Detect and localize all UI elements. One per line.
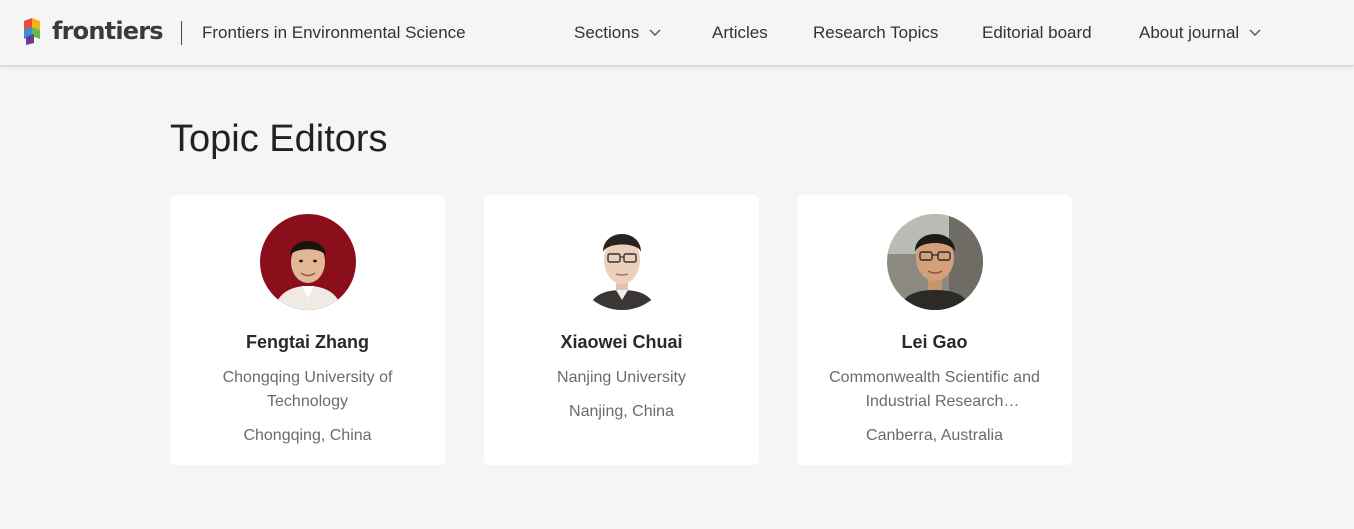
nav-editorial-board[interactable]: Editorial board [982,23,1092,43]
editor-affiliation-text: Nanjing University [557,369,686,386]
logo-text: frontiers [52,17,164,45]
site-header: frontiers Frontiers in Environmental Sci… [0,0,1354,66]
editor-affiliation: Commonwealth Scientific and Industrial R… [827,366,1042,414]
editor-avatar[interactable] [574,214,670,310]
nav-articles-label: Articles [712,23,768,42]
header-divider [181,21,182,45]
editor-location: Canberra, Australia [866,427,1003,444]
editor-affiliation: Chongqing University of Technology [200,366,415,414]
frontiers-logo-icon [22,17,46,45]
editor-affiliation-text: Chongqing University of Technology [222,369,393,410]
page-title: Topic Editors [170,118,388,160]
editor-name[interactable]: Fengtai Zhang [170,332,445,353]
nav-sections-label: Sections [574,23,640,42]
editor-card: Xiaowei Chuai Nanjing University Nanjing… [484,195,759,465]
nav-research-topics[interactable]: Research Topics [813,23,938,43]
nav-sections[interactable]: Sections [574,23,661,43]
editor-card: Fengtai Zhang Chongqing University of Te… [170,195,445,465]
editor-name[interactable]: Lei Gao [797,332,1072,353]
editor-avatar[interactable] [260,214,356,310]
nav-articles[interactable]: Articles [712,23,768,43]
editor-affiliation-text: Commonwealth Scientific and Industrial R… [829,369,1040,410]
nav-research-topics-label: Research Topics [813,23,939,42]
editor-name[interactable]: Xiaowei Chuai [484,332,759,353]
chevron-down-icon [649,29,661,36]
editor-affiliation: Nanjing University [514,366,729,390]
frontiers-logo[interactable]: frontiers [22,16,164,46]
nav-editorial-board-label: Editorial board [982,23,1092,42]
journal-name-link[interactable]: Frontiers in Environmental Science [202,23,466,43]
editor-location: Chongqing, China [243,427,372,444]
editor-avatar[interactable] [887,214,983,310]
editor-card: Lei Gao Commonwealth Scientific and Indu… [797,195,1072,465]
editor-location: Nanjing, China [569,403,674,420]
chevron-down-icon [1249,29,1261,36]
nav-about-journal[interactable]: About journal [1139,23,1261,43]
nav-about-journal-label: About journal [1139,23,1240,42]
